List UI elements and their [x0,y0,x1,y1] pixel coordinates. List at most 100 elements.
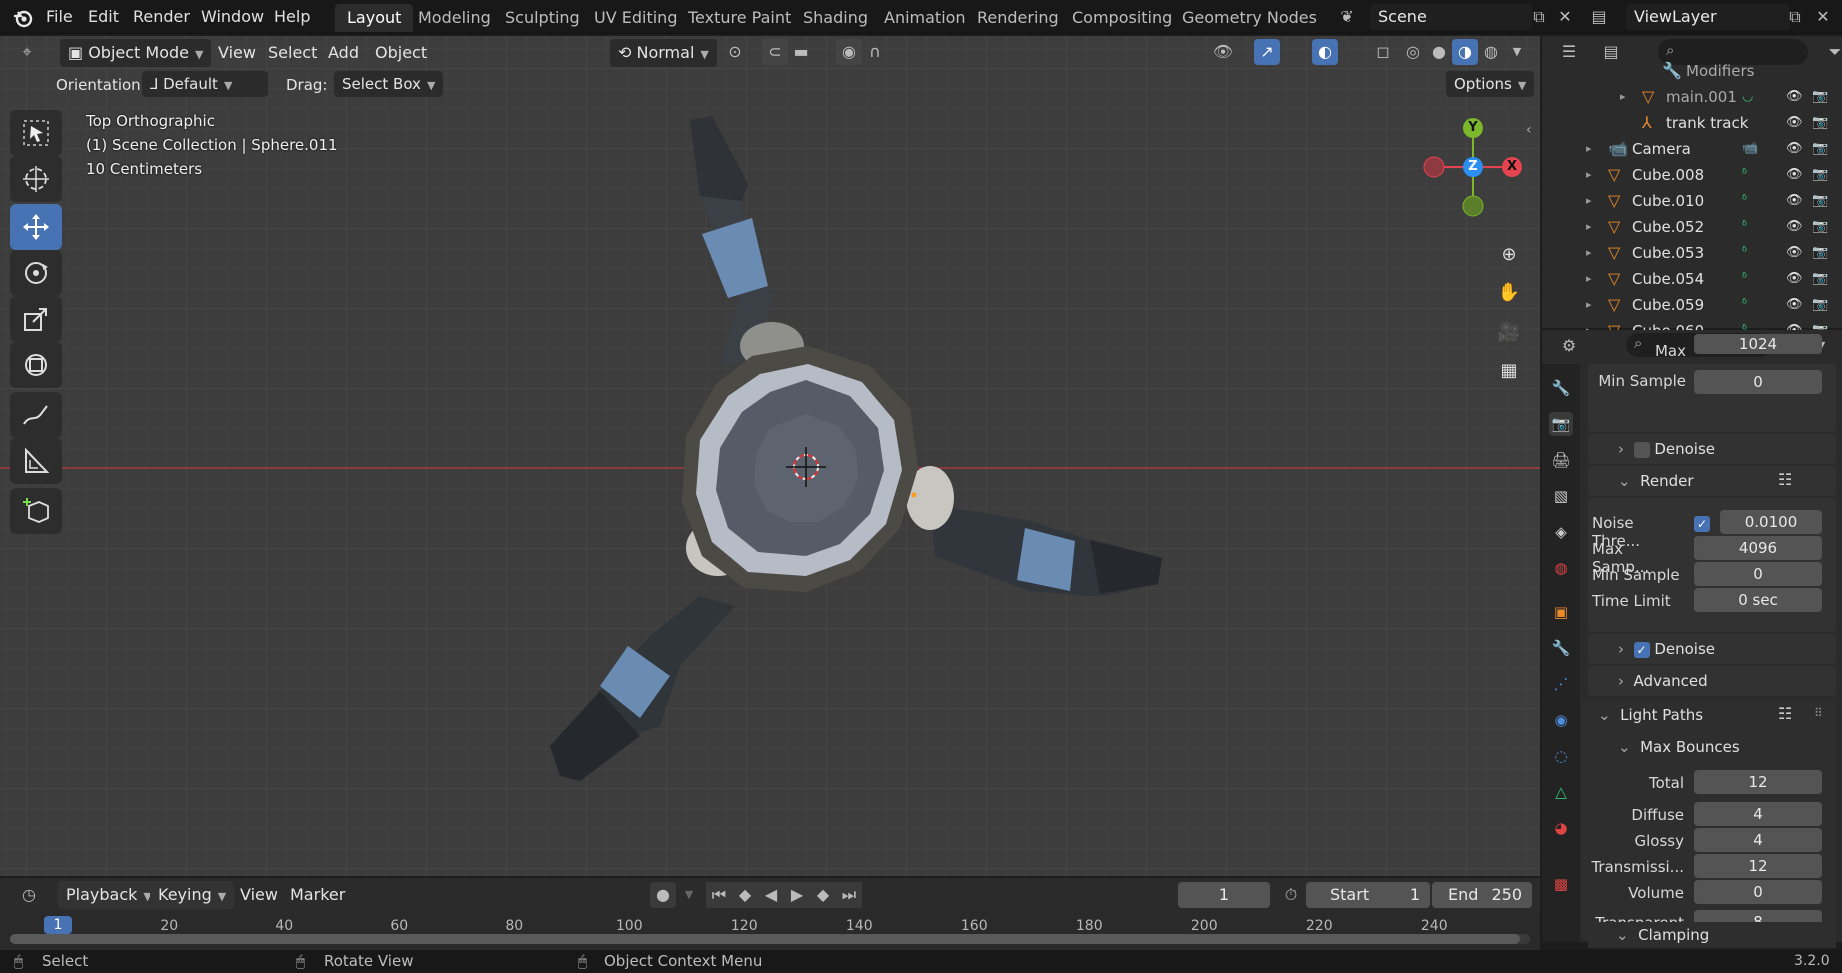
render-visibility-icon[interactable]: 📷 [1812,136,1828,162]
timeline-scrollbar[interactable] [10,934,1530,944]
mesh-data-icon[interactable]: ᵟ [1742,162,1747,188]
scene-browse-icon[interactable]: ❦ [1334,4,1360,30]
visibility-eye-icon[interactable]: 👁 [1786,188,1803,214]
tab-modeling[interactable]: Modeling [406,4,503,32]
scale-tool[interactable] [10,296,62,342]
falloff-icon[interactable]: ∩ [862,39,888,65]
object-tab-icon[interactable]: ▣ [1549,600,1573,624]
light-paths-presets-icon[interactable]: ☷ [1778,704,1792,723]
menu-object[interactable]: Object [375,38,427,68]
menu-help[interactable]: Help [274,0,310,34]
glossy-field[interactable]: 4 [1694,828,1822,852]
expand-arrow-icon[interactable]: ▸ [1620,84,1626,110]
outliner-item[interactable]: 🔧 Modifiers [1542,58,1842,84]
wireframe-shading-icon[interactable]: ◎ [1400,39,1426,65]
mesh-data-icon[interactable]: ᵟ [1742,214,1747,240]
mode-dropdown[interactable]: ▣ Object Mode ▼ [60,39,212,67]
timeline-menu-marker[interactable]: Marker [290,880,345,910]
play-icon[interactable]: ▶ [784,882,810,908]
transform-tool[interactable] [10,342,62,388]
properties-editor-icon[interactable]: ⚙ [1556,333,1582,359]
drag-handle-icon[interactable]: ⠿ [1814,706,1823,720]
material-shading-icon[interactable]: ◑ [1452,39,1478,65]
tab-geometry-nodes[interactable]: Geometry Nodes [1170,4,1329,32]
expand-arrow-icon[interactable]: ▸ [1586,162,1592,188]
mesh-data-icon[interactable]: ᵟ [1742,292,1747,318]
ortho-grid-icon[interactable]: ▦ [1491,352,1527,388]
total-field[interactable]: 12 [1694,770,1822,794]
tab-animation[interactable]: Animation [872,4,978,32]
world-tab-icon[interactable]: ◍ [1549,556,1573,580]
add-cube-tool[interactable] [10,488,62,534]
denoise-checkbox[interactable]: ✓ [1633,641,1650,658]
expand-arrow-icon[interactable]: ▸ [1586,136,1592,162]
denoise-section[interactable]: › ✓ Denoise [1618,640,1715,658]
preview-range-icon[interactable]: ⏱ [1278,882,1304,908]
menu-add[interactable]: Add [328,38,359,68]
tab-texture-paint[interactable]: Texture Paint [676,4,803,32]
material-tab-icon[interactable]: ◕ [1549,816,1573,840]
menu-file[interactable]: File [46,0,73,34]
annotate-tool[interactable] [10,392,62,438]
mesh-data-icon[interactable]: ᵟ [1742,240,1747,266]
denoise-top-checkbox[interactable] [1633,441,1650,458]
particles-tab-icon[interactable]: ⋰ [1549,672,1573,696]
menu-window[interactable]: Window [201,0,264,34]
visibility-eye-icon[interactable]: 👁 [1786,84,1803,110]
render-visibility-icon[interactable]: 📷 [1812,110,1828,136]
visibility-eye-icon[interactable]: 👁 [1786,136,1803,162]
menu-select[interactable]: Select [268,38,317,68]
render-visibility-icon[interactable]: 📷 [1812,266,1828,292]
camera-view-icon[interactable]: 🎥 [1491,314,1527,350]
outliner-item[interactable]: ▸ ▽ Cube.059 ᵟ 👁 📷 [1542,292,1842,318]
pan-hand-icon[interactable]: ✋ [1491,274,1527,310]
cursor-tool[interactable] [10,156,62,202]
max-samples-field[interactable]: 4096 [1694,536,1822,560]
record-icon[interactable]: ● [650,882,676,908]
transmission-field[interactable]: 12 [1694,854,1822,878]
blender-logo-icon[interactable] [12,7,34,29]
expand-arrow-icon[interactable]: ▸ [1586,292,1592,318]
outliner[interactable]: ☰ ▤ ⌕ ⏷ 🔧 Modifiers ▸ ▽ main.001 ◡ 👁 📷 ⅄ trank tr… [1542,36,1842,340]
start-frame-field[interactable]: Start 1 [1306,882,1430,908]
texture-tab-icon[interactable]: ▩ [1549,872,1573,896]
render-visibility-icon[interactable]: 📷 [1812,240,1828,266]
scene-delete-icon[interactable]: ✕ [1552,4,1578,30]
jump-end-icon[interactable]: ⏭ [836,882,862,908]
select-box-tool[interactable] [10,110,62,156]
zoom-icon[interactable]: ⊕ [1491,236,1527,272]
diffuse-field[interactable]: 4 [1694,802,1822,826]
time-limit-field[interactable]: 0 sec [1694,588,1822,612]
rendered-shading-icon[interactable]: ◍ [1478,39,1504,65]
render-visibility-icon[interactable]: 📷 [1812,84,1828,110]
outliner-item[interactable]: ▸ 📹 Camera 📹 👁 📷 [1542,136,1842,162]
keying-menu[interactable]: Keying ▼ [150,881,235,909]
visibility-eye-icon[interactable]: 👁 [1786,266,1803,292]
mesh-data-icon[interactable]: ◡ [1742,84,1753,110]
gizmo-toggle-icon[interactable]: ↗ [1254,39,1280,65]
mesh-data-icon[interactable]: ᵟ [1742,188,1747,214]
snap-target-icon[interactable]: ▬ [788,39,814,65]
current-frame-field[interactable]: 1 [1178,882,1270,908]
measure-tool[interactable] [10,438,62,484]
proportional-edit-icon[interactable]: ◉ [836,39,862,65]
3d-viewport[interactable]: Top Orthographic (1) Scene Collection | … [0,36,1540,876]
visibility-icon[interactable]: 👁 [1210,39,1236,65]
render-visibility-icon[interactable]: 📷 [1812,292,1828,318]
view-layer-delete-icon[interactable]: ✕ [1810,4,1836,30]
visibility-eye-icon[interactable]: 👁 [1786,162,1803,188]
snap-icon[interactable]: ⊂ [762,39,788,65]
end-frame-field[interactable]: End 250 [1432,882,1532,908]
tool-tab-icon[interactable]: 🔧 [1549,376,1573,400]
visibility-eye-icon[interactable]: 👁 [1786,292,1803,318]
outliner-item[interactable]: ▸ ▽ Cube.053 ᵟ 👁 📷 [1542,240,1842,266]
jump-start-icon[interactable]: ⏮ [706,882,732,908]
playback-menu[interactable]: Playback ▼ [58,881,160,909]
expand-arrow-icon[interactable]: ▸ [1586,240,1592,266]
expand-arrow-icon[interactable]: ▸ [1586,188,1592,214]
tab-sculpting[interactable]: Sculpting [493,4,592,32]
denoise-top-section[interactable]: › Denoise [1618,440,1715,458]
constraints-tab-icon[interactable]: ◌ [1549,744,1573,768]
tab-compositing[interactable]: Compositing [1060,4,1184,32]
data-tab-icon[interactable]: △ [1549,780,1573,804]
